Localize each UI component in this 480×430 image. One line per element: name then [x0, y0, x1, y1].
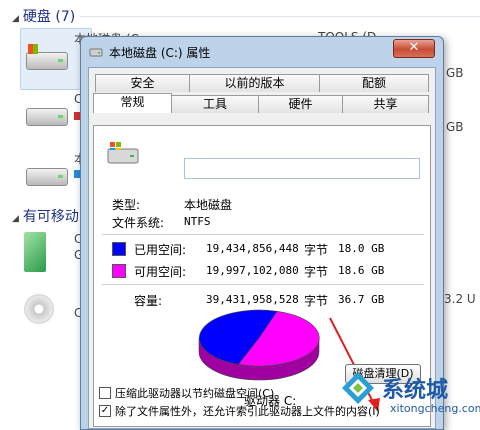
capacity-gb: 36.7 GB [338, 293, 385, 306]
optical-drive-icon[interactable] [24, 294, 54, 324]
group-label: 有可移动 [22, 209, 79, 225]
collapse-triangle-icon[interactable]: ◢ [12, 214, 19, 224]
drive-size-fragment: GB [446, 120, 464, 134]
type-label: 类型: [112, 198, 141, 212]
free-space-swatch [112, 264, 126, 278]
drive-size-fragment: GB [446, 66, 464, 80]
hard-drive-icon[interactable] [24, 158, 68, 188]
collapse-triangle-icon[interactable]: ◢ [12, 14, 19, 24]
group-separator [80, 16, 480, 17]
volume-name-input[interactable] [184, 158, 420, 179]
used-space-gb: 18.0 GB [338, 242, 385, 255]
watermark-url: xitongcheng.com [390, 402, 480, 415]
free-space-gb: 18.6 GB [338, 264, 385, 277]
watermark-logo-icon [342, 372, 374, 404]
tab-general[interactable]: 常规 [93, 93, 172, 113]
tab-hardware[interactable]: 硬件 [258, 95, 343, 113]
close-button[interactable]: ✕ [393, 39, 435, 58]
windows-drive-icon[interactable] [24, 42, 68, 72]
group-removable[interactable]: ◢ 有可移动 [12, 206, 79, 226]
dialog-title: 本地磁盘 (C:) 属性 [109, 46, 211, 60]
filesystem-value: NTFS [184, 215, 211, 228]
drive-icon [107, 142, 139, 164]
hard-drive-icon[interactable] [24, 98, 68, 128]
filesystem-label: 文件系统: [112, 216, 165, 230]
free-space-unit: 字节 [304, 265, 329, 279]
tab-previous-versions[interactable]: 以前的版本 [189, 74, 320, 92]
tab-quota[interactable]: 配额 [319, 74, 429, 92]
dialog-titlebar[interactable]: 本地磁盘 (C:) 属性 ✕ [81, 37, 443, 67]
used-space-swatch [112, 242, 126, 256]
device-size-fragment: 3.2 U [444, 292, 476, 306]
used-space-label: 已用空间: [134, 243, 187, 257]
disk-usage-pie-chart [198, 309, 320, 381]
drive-icon [89, 48, 103, 57]
separator [102, 284, 424, 285]
used-space-bytes: 19,434,856,448 [206, 242, 299, 255]
compress-label: 压缩此驱动器以节约磁盘空间(C) [115, 387, 275, 400]
separator [102, 234, 424, 235]
free-space-bytes: 19,997,102,080 [206, 264, 299, 277]
capacity-label: 容量: [134, 294, 163, 308]
compress-checkbox[interactable] [99, 387, 111, 399]
removable-device-icon[interactable] [24, 232, 46, 272]
watermark-brand: 系统城 [382, 378, 449, 403]
group-label: 硬盘 (7) [22, 9, 76, 25]
used-space-unit: 字节 [304, 243, 329, 257]
site-watermark: 系统城 xitongcheng.com [340, 366, 480, 423]
tab-sharing[interactable]: 共享 [342, 95, 429, 113]
tab-tools[interactable]: 工具 [171, 95, 259, 113]
tab-security[interactable]: 安全 [95, 74, 190, 92]
free-space-label: 可用空间: [134, 265, 187, 279]
index-checkbox[interactable]: ✓ [99, 405, 111, 417]
group-hard-disks[interactable]: ◢ 硬盘 (7) [12, 6, 75, 26]
type-value: 本地磁盘 [184, 198, 233, 212]
